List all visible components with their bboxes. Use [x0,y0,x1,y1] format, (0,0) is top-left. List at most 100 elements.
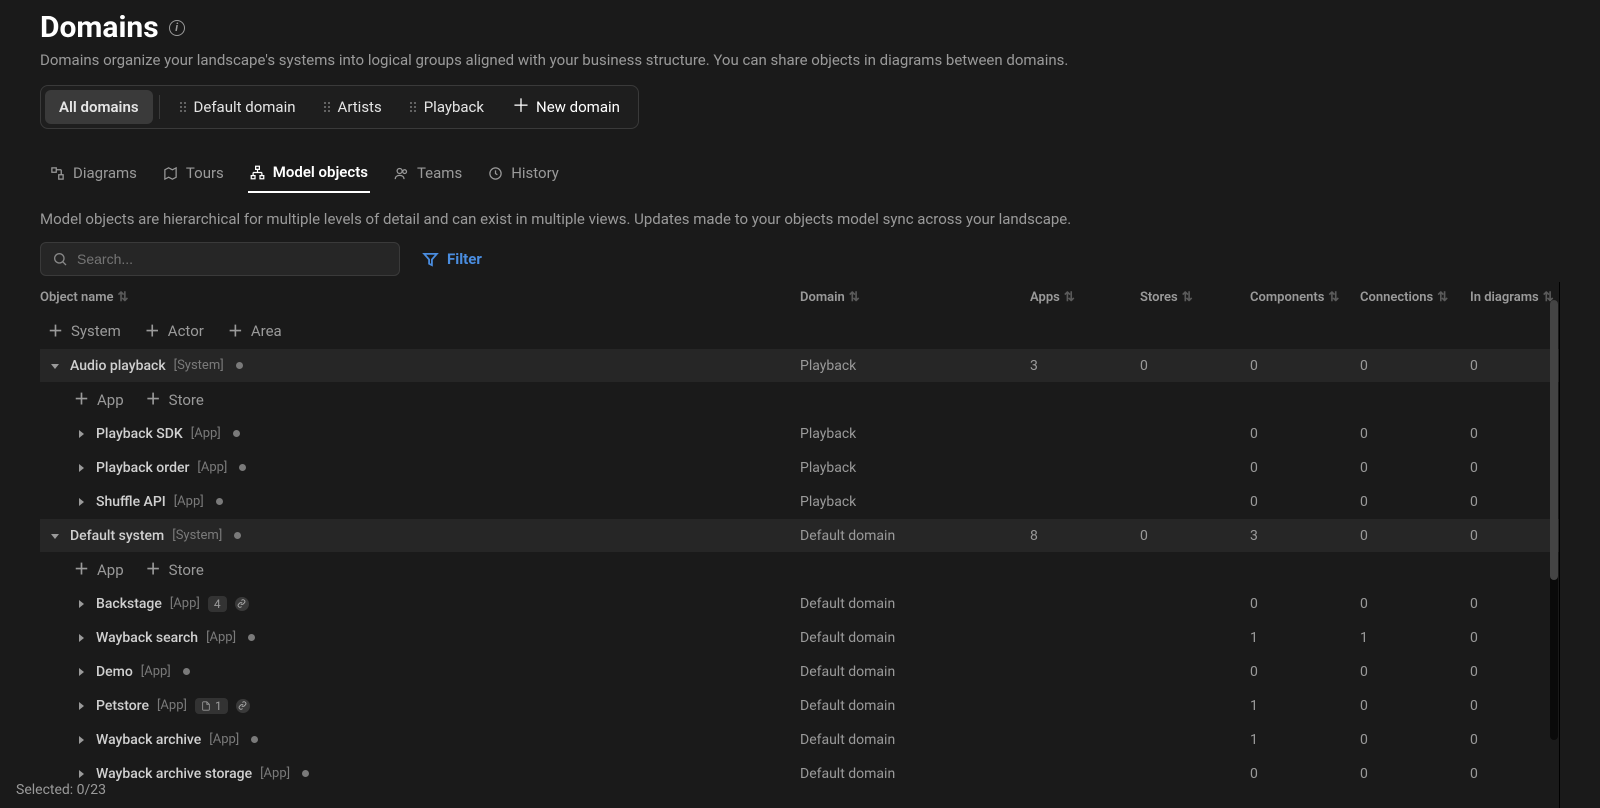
col-label: In diagrams [1470,290,1539,305]
search-input[interactable] [40,242,400,276]
table-row[interactable]: Audio playback [System] Playback 3 0 0 0… [40,349,1559,383]
expand-icon[interactable] [74,767,88,781]
object-type: [App] [141,664,171,679]
add-sub-row: ＋ App ＋Store [40,383,1559,417]
sort-icon: ⇅ [118,290,129,305]
object-name: Petstore [96,698,149,714]
components-cell: 1 [1250,630,1360,646]
col-connections[interactable]: Connections⇅ [1360,290,1470,305]
search-icon [52,251,68,267]
col-in-diagrams[interactable]: In diagrams⇅ [1470,290,1560,305]
link-icon [235,597,249,611]
apps-cell: 8 [1030,528,1140,544]
add-app-button[interactable]: ＋App [74,561,124,579]
domain-cell: Default domain [800,596,1030,612]
table-row[interactable]: Playback SDK [App] Playback 0 0 0 [40,417,1559,451]
col-domain[interactable]: Domain⇅ [800,290,1030,305]
col-object-name[interactable]: Object name⇅ [40,290,800,305]
object-type: [App] [170,596,200,611]
table-row[interactable]: Default system [System] Default domain 8… [40,519,1559,553]
info-icon[interactable]: i [169,20,185,36]
tab-model-objects[interactable]: Model objects [248,157,370,193]
doc-badge: 1 [195,698,228,714]
object-name: Wayback archive [96,732,201,748]
domain-chip-default[interactable]: Default domain [166,90,310,124]
domain-cell: Default domain [800,732,1030,748]
clock-icon [488,166,503,181]
add-app-button[interactable]: ＋ App [74,391,124,409]
object-type: [App] [191,426,221,441]
add-label: System [71,322,121,340]
object-name: Playback SDK [96,426,183,442]
tab-history[interactable]: History [486,157,561,193]
expand-icon[interactable] [74,597,88,611]
expand-icon[interactable] [74,699,88,713]
expand-icon[interactable] [74,733,88,747]
col-apps[interactable]: Apps⇅ [1030,290,1140,305]
plus-icon: ＋ [228,324,243,339]
tab-label: Tours [186,164,224,182]
count-badge: 4 [208,596,227,612]
tabs: Diagrams Tours Model objects Teams Histo… [40,157,1560,194]
add-label: App [97,391,124,409]
expand-icon[interactable] [74,461,88,475]
plus-icon: ＋ [146,392,161,407]
tab-label: Teams [417,164,462,182]
grip-icon [324,102,330,112]
tab-label: Diagrams [73,164,137,182]
components-cell: 0 [1250,494,1360,510]
components-cell: 3 [1250,528,1360,544]
tree-icon [250,165,265,180]
objects-table: Object name⇅ Domain⇅ Apps⇅ Stores⇅ Compo… [40,282,1560,808]
expand-icon[interactable] [74,631,88,645]
col-label: Apps [1030,290,1060,305]
domain-chip-all[interactable]: All domains [45,90,153,124]
plus-icon: ＋ [146,562,161,577]
components-cell: 0 [1250,460,1360,476]
expand-icon[interactable] [74,427,88,441]
add-store-button[interactable]: ＋ Store [146,561,204,579]
add-area-button[interactable]: ＋Area [228,322,282,340]
add-label: Store [169,561,204,579]
table-row[interactable]: Wayback search [App] Default domain 1 1 … [40,621,1559,655]
table-row[interactable]: Demo [App] Default domain 0 0 0 [40,655,1559,689]
scrollbar-thumb[interactable] [1550,300,1558,580]
domain-chip-playback[interactable]: Playback [396,90,498,124]
new-domain-button[interactable]: ＋ New domain [498,90,634,124]
table-row[interactable]: Petstore [App] 1 Default domain 1 0 0 [40,689,1559,723]
connections-cell: 0 [1360,426,1470,442]
domain-cell: Playback [800,358,1030,374]
expand-icon[interactable] [74,665,88,679]
domain-cell: Playback [800,426,1030,442]
domain-chip-artists[interactable]: Artists [310,90,396,124]
table-row[interactable]: Playback order [App] Playback 0 0 0 [40,451,1559,485]
sort-icon: ⇅ [1437,290,1448,305]
expand-icon[interactable] [48,529,62,543]
object-name: Wayback search [96,630,198,646]
tab-tours[interactable]: Tours [161,157,226,193]
table-row[interactable]: Backstage [App] 4 Default domain 0 0 0 [40,587,1559,621]
table-row[interactable]: Wayback archive [App] Default domain 1 0… [40,723,1559,757]
expand-icon[interactable] [74,495,88,509]
add-actor-button[interactable]: ＋Actor [145,322,204,340]
plus-icon: ＋ [74,562,89,577]
table-row[interactable]: Wayback archive storage [App] Default do… [40,757,1559,791]
tab-teams[interactable]: Teams [392,157,464,193]
table-row[interactable]: Shuffle API [App] Playback 0 0 0 [40,485,1559,519]
plus-icon: ＋ [74,392,89,407]
add-store-button[interactable]: ＋Store [146,391,204,409]
tag-dot-icon [248,634,255,641]
tab-label: Model objects [273,163,368,181]
object-name: Wayback archive storage [96,766,252,782]
domain-cell: Default domain [800,664,1030,680]
filter-button[interactable]: Filter [422,250,482,268]
col-components[interactable]: Components⇅ [1250,290,1360,305]
expand-icon[interactable] [48,359,62,373]
tab-diagrams[interactable]: Diagrams [48,157,139,193]
indiagrams-cell: 0 [1470,698,1560,714]
link-icon [236,699,250,713]
components-cell: 0 [1250,766,1360,782]
col-stores[interactable]: Stores⇅ [1140,290,1250,305]
add-system-button[interactable]: ＋System [48,322,121,340]
col-label: Stores [1140,290,1178,305]
